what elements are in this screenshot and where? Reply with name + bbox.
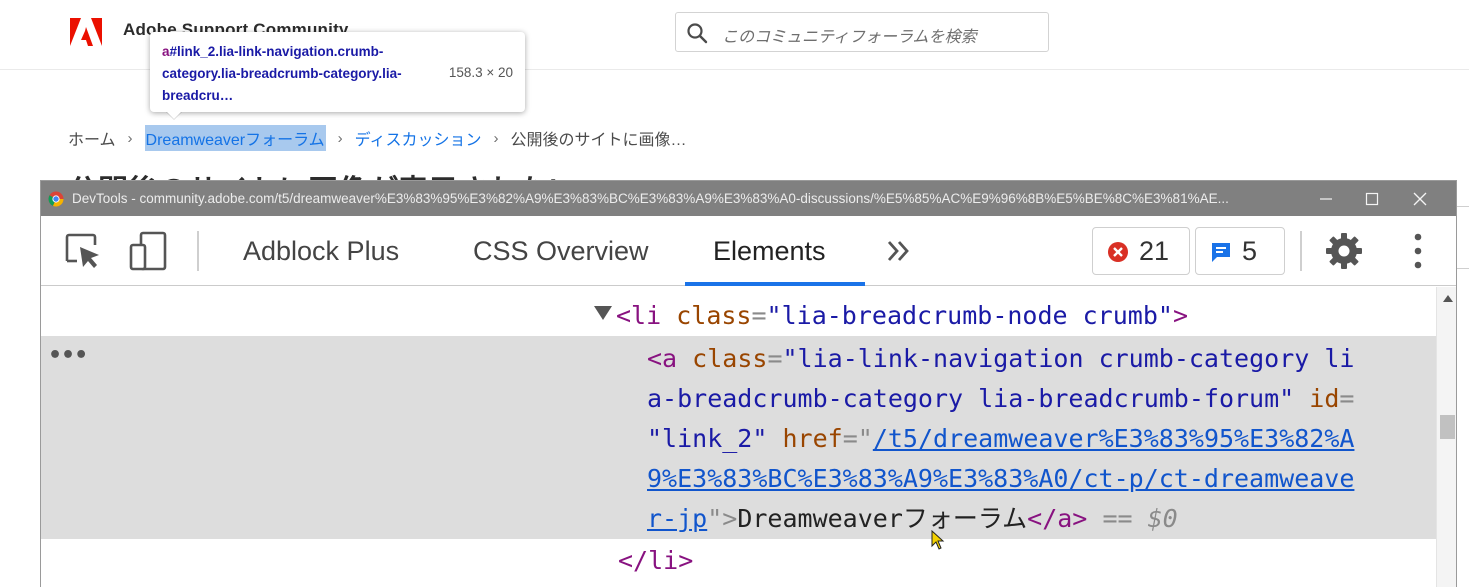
active-tab-indicator (685, 282, 865, 286)
inspect-dimensions: 158.3 × 20 (448, 65, 513, 80)
tab-adblock-plus[interactable]: Adblock Plus (243, 216, 399, 286)
minimize-button[interactable] (1303, 181, 1349, 216)
search-icon (687, 23, 708, 44)
errors-count: 21 (1139, 236, 1170, 266)
inspect-selector-text: #link_2.lia-link-navigation.crumb-catego… (162, 44, 402, 103)
message-icon (1212, 243, 1230, 262)
breadcrumb-home[interactable]: ホーム (68, 126, 116, 150)
dom-line-a-3[interactable]: "link_2" href="/t5/dreamweaver%E3%83%95%… (647, 419, 1354, 459)
search-placeholder: このコミュニティフォーラムを検索 (722, 29, 977, 46)
href-link-end[interactable]: r-jp (647, 504, 707, 533)
breadcrumb-forum-link[interactable]: Dreamweaverフォーラム (144, 125, 326, 151)
dom-line-li-open[interactable]: <li class="lia-breadcrumb-node crumb"> (616, 296, 1188, 336)
scrollbar-thumb[interactable] (1440, 415, 1455, 439)
mouse-cursor-icon (931, 530, 945, 550)
breadcrumb-separator: › (493, 129, 499, 147)
messages-count: 5 (1242, 236, 1258, 266)
scroll-up-arrow-icon[interactable] (1443, 295, 1453, 302)
anchor-text: Dreamweaverフォーラム (737, 504, 1028, 533)
page-edge-line (1457, 206, 1469, 207)
node-actions-ellipsis[interactable]: ••• (48, 343, 88, 368)
page-edge-line (1457, 268, 1469, 269)
error-icon (1108, 242, 1128, 262)
tooltip-arrow (166, 111, 182, 119)
device-toggle-icon[interactable] (129, 231, 169, 271)
breadcrumb-separator: › (337, 129, 343, 147)
href-link-cont[interactable]: 9%E3%83%BC%E3%83%A9%E3%83%A0/ct-p/ct-dre… (647, 464, 1354, 493)
dom-scrollbar[interactable] (1436, 287, 1456, 587)
more-tabs-icon[interactable] (884, 236, 914, 266)
selected-node-marker: == $0 (1102, 504, 1178, 533)
more-options-icon[interactable] (1403, 231, 1433, 271)
inspect-tooltip: a#link_2.lia-link-navigation.crumb-categ… (150, 32, 525, 112)
errors-counter[interactable]: 21 (1092, 227, 1190, 275)
dom-line-a-1[interactable]: <a class="lia-link-navigation crumb-cate… (647, 339, 1354, 379)
maximize-icon (1365, 192, 1379, 206)
devtools-titlebar[interactable]: DevTools - community.adobe.com/t5/dreamw… (41, 181, 1456, 216)
dom-line-a-4[interactable]: 9%E3%83%BC%E3%83%A9%E3%83%A0/ct-p/ct-dre… (647, 459, 1354, 499)
breadcrumb-current: 公開後のサイトに画像… (510, 132, 687, 149)
tab-css-overview[interactable]: CSS Overview (473, 216, 649, 286)
devtools-toolbar: Adblock Plus CSS Overview Elements 21 5 (41, 216, 1456, 286)
page: Adobe Support Community このコミュニティフォーラムを検索… (0, 0, 1469, 587)
chrome-icon (48, 191, 64, 207)
minimize-icon (1320, 198, 1332, 200)
devtools-window: DevTools - community.adobe.com/t5/dreamw… (40, 180, 1457, 587)
breadcrumb: ホーム › Dreamweaverフォーラム › ディスカッション › 公開後の… (68, 125, 687, 151)
toolbar-divider (197, 231, 199, 271)
expand-caret-icon[interactable] (594, 306, 612, 320)
elements-dom-tree: ••• <li class="lia-breadcrumb-node crumb… (41, 287, 1456, 587)
href-link[interactable]: /t5/dreamweaver%E3%83%95%E3%82%A (873, 424, 1355, 453)
breadcrumb-separator: › (127, 129, 133, 147)
maximize-button[interactable] (1349, 181, 1395, 216)
devtools-title: DevTools - community.adobe.com/t5/dreamw… (72, 191, 1229, 206)
dom-line-a-2[interactable]: a-breadcrumb-category lia-breadcrumb-for… (647, 379, 1354, 419)
adobe-logo[interactable] (70, 18, 102, 46)
dom-line-li-close[interactable]: </li> (618, 541, 693, 581)
inspect-selector: a#link_2.lia-link-navigation.crumb-categ… (162, 41, 432, 107)
tab-elements[interactable]: Elements (713, 216, 826, 286)
close-icon (1413, 192, 1427, 206)
inspect-element-icon[interactable] (63, 231, 103, 271)
dom-line-a-5[interactable]: r-jp">Dreamweaverフォーラム</a> == $0 (647, 499, 1178, 539)
breadcrumb-discussions-link[interactable]: ディスカッション (355, 126, 482, 150)
close-button[interactable] (1397, 181, 1443, 216)
messages-counter[interactable]: 5 (1195, 227, 1285, 275)
toolbar-divider (1300, 231, 1302, 271)
community-search[interactable]: このコミュニティフォーラムを検索 (675, 12, 1049, 52)
inspect-tag: a (162, 44, 170, 59)
settings-gear-icon[interactable] (1324, 231, 1364, 271)
